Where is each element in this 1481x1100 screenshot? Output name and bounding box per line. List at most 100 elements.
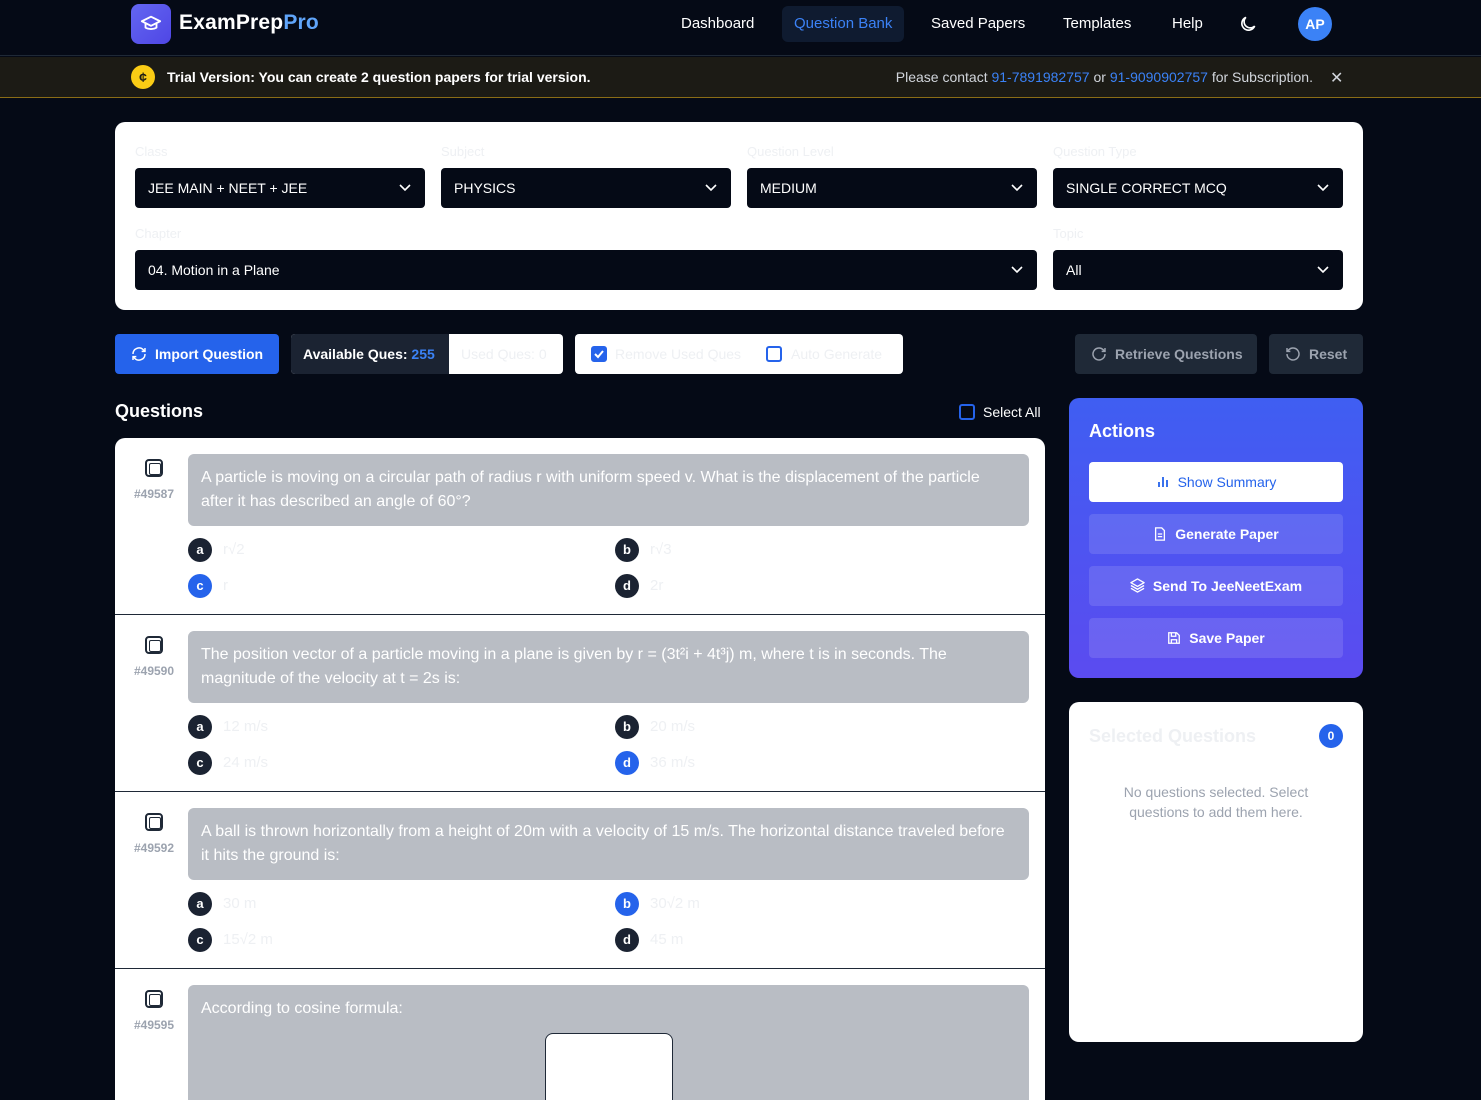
trial-banner: ¢ Trial Version: You can create 2 questi… [0,57,1481,98]
chapter-select[interactable]: 04. Motion in a Plane [135,250,1037,290]
option-text: r [223,577,228,594]
refresh-icon [1092,347,1106,361]
question-text: The position vector of a particle moving… [188,631,1029,703]
used-questions: Used Ques: 0 [461,346,547,362]
retrieve-questions-button[interactable]: Retrieve Questions [1075,334,1257,374]
class-select[interactable]: JEE MAIN + NEET + JEE [135,168,425,208]
coin-icon: ¢ [131,65,155,89]
remove-used-label: Remove Used Ques [615,346,742,362]
option-text: 30 m [223,895,257,912]
option-badge: a [188,892,212,916]
generate-paper-button[interactable]: Generate Paper [1089,514,1343,554]
question-id: #49592 [133,841,175,855]
question-id: #49595 [133,1018,175,1032]
nav-question-bank[interactable]: Question Bank [782,6,905,42]
option-badge: b [615,715,639,739]
graduation-cap-icon[interactable] [131,4,171,44]
nav-help[interactable]: Help [1160,6,1215,42]
select-all-checkbox[interactable] [959,404,975,420]
question-card: #49595 According to cosine formula: [115,969,1045,1100]
level-label: Question Level [747,144,834,159]
chevron-down-icon [1317,184,1329,192]
option-text: r√3 [650,541,672,558]
option-badge: a [188,715,212,739]
question-checkbox[interactable] [145,813,163,831]
nav-templates[interactable]: Templates [1051,6,1143,42]
chevron-down-icon [1317,266,1329,274]
remove-used-checkbox[interactable] [591,346,607,362]
select-all-label[interactable]: Select All [983,404,1041,420]
reset-button[interactable]: Reset [1269,334,1363,374]
bar-chart-icon [1157,477,1168,487]
option-text: 2r [650,577,664,594]
top-navbar: ExamPrepPro Dashboard Question Bank Save… [0,0,1481,56]
save-paper-button[interactable]: Save Paper [1089,618,1343,658]
class-label: Class [135,144,168,159]
subject-label: Subject [441,144,485,159]
topic-label: Topic [1053,226,1084,241]
question-text: A particle is moving on a circular path … [188,454,1029,526]
save-icon [1168,632,1181,644]
refresh-icon [132,347,146,361]
option-badge: c [188,751,212,775]
close-icon[interactable]: ✕ [1330,68,1343,88]
question-checkbox[interactable] [145,636,163,654]
actions-panel: Actions Show Summary Generate Paper Send… [1069,398,1363,678]
auto-generate-checkbox[interactable] [766,346,782,362]
question-id: #49587 [133,487,175,501]
selected-questions-title: Selected Questions [1089,726,1257,746]
import-question-button[interactable]: Import Question [115,334,279,374]
option-badge-correct: b [615,892,639,916]
option-text: 15√2 m [223,931,273,948]
nav-dashboard[interactable]: Dashboard [669,6,766,42]
question-card: #49590 The position vector of a particle… [115,615,1045,792]
question-count-box: Available Ques: 255 Used Ques: 0 [291,334,563,374]
type-label: Question Type [1053,144,1137,159]
user-avatar[interactable]: AP [1298,7,1332,41]
trial-message: Trial Version: You can create 2 question… [167,69,591,85]
layers-icon [1130,578,1145,593]
level-select[interactable]: MEDIUM [747,168,1037,208]
selected-count-badge: 0 [1319,724,1343,748]
option-badge: b [615,538,639,562]
topic-select[interactable]: All [1053,250,1343,290]
questions-heading: Questions [115,401,204,421]
question-card: #49592 A ball is thrown horizontally fro… [115,792,1045,969]
option-badge-correct: c [188,574,212,598]
question-checkbox[interactable] [145,459,163,477]
brand-logo-text[interactable]: ExamPrepPro [179,11,319,35]
question-text: A ball is thrown horizontally from a hei… [188,808,1029,880]
option-badge: d [615,574,639,598]
subject-select[interactable]: PHYSICS [441,168,731,208]
actions-title: Actions [1089,421,1156,441]
question-options: Remove Used Ques Auto Generate [575,334,903,374]
question-id: #49590 [133,664,175,678]
question-checkbox[interactable] [145,990,163,1008]
available-questions: Available Ques: 255 [291,334,449,374]
nav-saved-papers[interactable]: Saved Papers [919,6,1037,42]
chapter-label: Chapter [135,226,182,241]
show-summary-button[interactable]: Show Summary [1089,462,1343,502]
empty-state-text: No questions selected. Select questions … [1123,784,1309,820]
option-text: 20 m/s [650,718,696,735]
send-to-jeeneetexam-button[interactable]: Send To JeeNeetExam [1089,566,1343,606]
option-text: r√2 [223,541,245,558]
phone-link-2[interactable]: 91-9090902757 [1110,69,1208,85]
chevron-down-icon [1011,184,1023,192]
option-text: 45 m [650,931,684,948]
undo-icon [1286,347,1300,361]
option-text: 12 m/s [223,718,269,735]
option-badge: d [615,928,639,952]
selected-questions-panel: Selected Questions 0 No questions select… [1069,702,1363,1042]
question-list: #49587 A particle is moving on a circula… [115,438,1045,1100]
option-text: 36 m/s [650,754,696,771]
filter-panel: Class JEE MAIN + NEET + JEE Subject PHYS… [115,122,1363,310]
moon-icon[interactable] [1238,14,1258,34]
document-icon [1155,527,1166,541]
type-select[interactable]: SINGLE CORRECT MCQ [1053,168,1343,208]
option-badge: a [188,538,212,562]
phone-link-1[interactable]: 91-7891982757 [991,69,1089,85]
option-text: 30√2 m [650,895,700,912]
chevron-down-icon [399,184,411,192]
option-text: 24 m/s [223,754,269,771]
